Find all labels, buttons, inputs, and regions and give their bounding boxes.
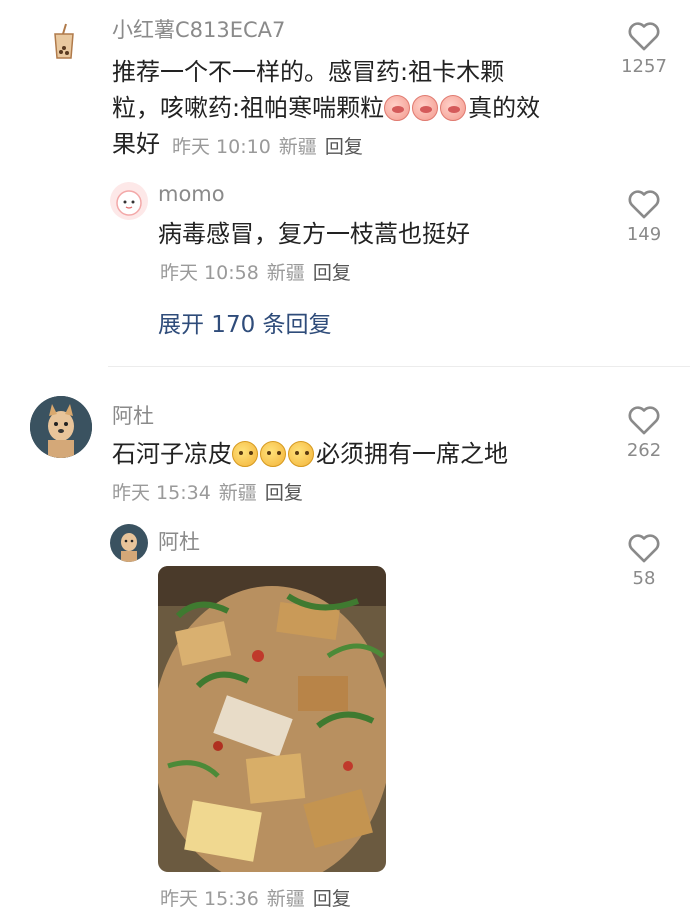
reply-button[interactable]: 回复 xyxy=(313,888,351,910)
dog-avatar-icon xyxy=(30,396,92,458)
comment-location: 新疆 xyxy=(278,136,317,158)
mango-emoji-icon xyxy=(232,441,258,467)
comment-time: 昨天 15:34 xyxy=(112,482,211,504)
peach-emoji-icon xyxy=(412,95,439,121)
comment-text: 病毒感冒，复方一枝蒿也挺好 xyxy=(158,220,470,248)
comment-meta: 昨天 15:34 新疆 回复 xyxy=(112,478,303,505)
mango-emoji-icon xyxy=(260,441,286,467)
comment-text-line: 粒，咳嗽药:祖帕寒喘颗粒 真的效 xyxy=(112,90,540,126)
comment-location: 新疆 xyxy=(266,262,305,284)
heart-outline-icon xyxy=(628,406,660,435)
like-button[interactable]: 149 xyxy=(614,188,674,245)
comment-photo[interactable] xyxy=(158,566,386,872)
comment-location: 新疆 xyxy=(266,888,305,910)
comment-meta: 昨天 10:10 新疆 回复 xyxy=(172,132,363,159)
like-count: 58 xyxy=(632,568,656,589)
peach-emoji-icon xyxy=(440,95,467,121)
peach-emoji-icon xyxy=(384,95,411,121)
heart-outline-icon xyxy=(628,22,660,51)
like-button[interactable]: 1257 xyxy=(614,20,674,77)
like-count: 262 xyxy=(626,440,662,461)
bubble-tea-avatar-icon xyxy=(44,22,84,62)
heart-outline-icon xyxy=(628,534,660,563)
comment-username[interactable]: 阿杜 xyxy=(158,526,200,556)
comment-text-segment: 粒，咳嗽药:祖帕寒喘颗粒 xyxy=(112,94,385,122)
avatar[interactable] xyxy=(110,182,148,220)
like-button[interactable]: 58 xyxy=(614,532,674,589)
comment-text-segment: 必须拥有一席之地 xyxy=(316,440,508,468)
like-button[interactable]: 262 xyxy=(614,404,674,461)
comment-username[interactable]: momo xyxy=(158,182,225,206)
like-count: 149 xyxy=(626,224,662,245)
comment-location: 新疆 xyxy=(218,482,257,504)
comment-username[interactable]: 阿杜 xyxy=(112,400,154,430)
expand-replies-link[interactable]: 展开 170 条回复 xyxy=(158,305,332,339)
comment-time: 昨天 15:36 xyxy=(160,888,259,910)
reply-button[interactable]: 回复 xyxy=(313,262,351,284)
comment-text: 石河子凉皮 必须拥有一席之地 xyxy=(112,436,508,472)
comment-text-segment: 石河子凉皮 xyxy=(112,440,232,468)
divider xyxy=(108,366,690,367)
comment-username[interactable]: 小红薯C813ECA7 xyxy=(112,14,285,44)
comment-meta: 昨天 15:36 新疆 回复 xyxy=(160,884,351,911)
avatar[interactable] xyxy=(110,524,148,562)
dog-avatar-icon xyxy=(110,524,148,562)
avatar[interactable] xyxy=(44,22,84,62)
mango-emoji-icon xyxy=(288,441,314,467)
reply-button[interactable]: 回复 xyxy=(265,482,303,504)
comment-text-line: 果好 xyxy=(112,130,160,158)
avatar[interactable] xyxy=(30,396,92,458)
comment-text-segment: 真的效 xyxy=(468,94,541,122)
comment-time: 昨天 10:58 xyxy=(160,262,259,284)
reply-button[interactable]: 回复 xyxy=(325,136,363,158)
cute-character-avatar-icon xyxy=(116,190,142,216)
comment-meta: 昨天 10:58 新疆 回复 xyxy=(160,258,351,285)
heart-outline-icon xyxy=(628,190,660,219)
comment-text-line: 推荐一个不一样的。感冒药:祖卡木颗 xyxy=(112,58,505,86)
like-count: 1257 xyxy=(621,56,667,77)
food-photo-image xyxy=(158,566,386,872)
comment-text: 推荐一个不一样的。感冒药:祖卡木颗 粒，咳嗽药:祖帕寒喘颗粒 真的效 xyxy=(112,54,540,126)
comment-time: 昨天 10:10 xyxy=(172,136,271,158)
